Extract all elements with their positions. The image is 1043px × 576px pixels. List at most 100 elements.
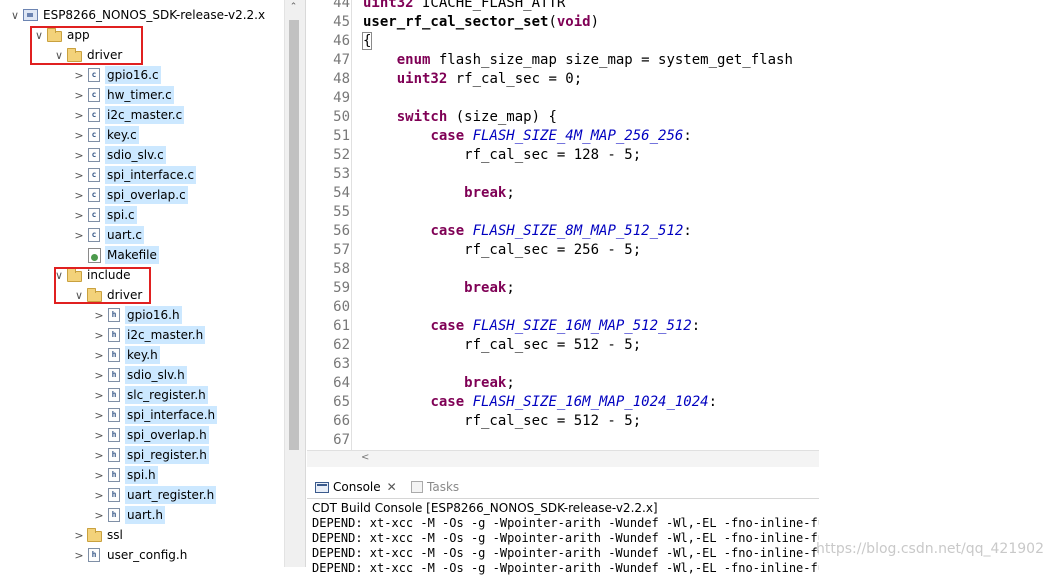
- tree-item[interactable]: > c i2c_master.c: [72, 105, 185, 125]
- h-file-icon-glyph: h: [108, 488, 120, 502]
- makefile-icon: [86, 247, 102, 263]
- tab-console-label: Console: [333, 480, 381, 494]
- code-line[interactable]: switch (size_map) {: [363, 108, 557, 127]
- c-file-icon: c: [86, 147, 102, 163]
- expand-right-icon[interactable]: >: [72, 185, 86, 205]
- code-line[interactable]: rf_cal_sec = 256 - 5;: [363, 241, 641, 260]
- code-line[interactable]: rf_cal_sec = 128 - 5;: [363, 146, 641, 165]
- expand-right-icon[interactable]: >: [92, 305, 106, 325]
- tab-console[interactable]: Console ✕: [315, 475, 397, 499]
- c-file-icon: c: [86, 227, 102, 243]
- scroll-up-icon[interactable]: ⌃: [285, 2, 302, 18]
- expand-right-icon[interactable]: >: [92, 425, 106, 445]
- scrollbar-thumb[interactable]: [289, 20, 299, 450]
- tree-item[interactable]: > c spi_interface.c: [72, 165, 197, 185]
- console-title: CDT Build Console [ESP8266_NONOS_SDK-rel…: [312, 501, 658, 515]
- h-file-icon-glyph: h: [108, 448, 120, 462]
- expand-right-icon[interactable]: >: [92, 325, 106, 345]
- expand-right-icon[interactable]: >: [72, 205, 86, 225]
- line-number: 51: [333, 128, 350, 144]
- tree-item[interactable]: > h user_config.h: [72, 545, 189, 565]
- line-number: 59: [333, 280, 350, 296]
- code-line[interactable]: rf_cal_sec = 512 - 5;: [363, 336, 641, 355]
- expand-right-icon[interactable]: >: [72, 125, 86, 145]
- tree-item[interactable]: > h spi_register.h: [92, 445, 209, 465]
- tree-item-label: spi.c: [105, 206, 137, 224]
- code-line[interactable]: uint32 ICACHE_FLASH_ATTR: [363, 0, 565, 13]
- code-line[interactable]: break;: [363, 184, 515, 203]
- expand-right-icon[interactable]: >: [92, 505, 106, 525]
- expand-right-icon[interactable]: >: [92, 345, 106, 365]
- h-file-icon-glyph: h: [108, 328, 120, 342]
- tree-item[interactable]: > h gpio16.h: [92, 305, 182, 325]
- tree-item[interactable]: ∨ ESP8266_NONOS_SDK-release-v2.2.x: [8, 5, 267, 25]
- tree-item[interactable]: > ssl: [72, 525, 125, 545]
- tree-item[interactable]: > h uart.h: [92, 505, 166, 525]
- expand-right-icon[interactable]: >: [92, 405, 106, 425]
- code-line[interactable]: break;: [363, 374, 515, 393]
- tree-item[interactable]: > c gpio16.c: [72, 65, 161, 85]
- tree-item[interactable]: > h sdio_slv.h: [92, 365, 187, 385]
- tree-item[interactable]: > h spi_interface.h: [92, 405, 218, 425]
- scroll-left-icon[interactable]: <: [361, 452, 369, 463]
- code-editor[interactable]: 44 45 46 47 48 49 50 51 52 53 54 55 56 57 58 59 60 61 62 63…: [307, 0, 819, 450]
- line-number: 53: [333, 166, 350, 182]
- expand-right-icon[interactable]: >: [92, 465, 106, 485]
- tree-item[interactable]: > c spi.c: [72, 205, 137, 225]
- h-file-icon: h: [106, 367, 122, 383]
- expand-right-icon[interactable]: >: [72, 85, 86, 105]
- tree-item[interactable]: > h slc_register.h: [92, 385, 208, 405]
- expand-right-icon[interactable]: >: [72, 105, 86, 125]
- h-file-icon: h: [106, 447, 122, 463]
- code-line[interactable]: case FLASH_SIZE_16M_MAP_1024_1024:: [363, 393, 717, 412]
- tree-item-label: gpio16.h: [125, 306, 182, 324]
- expand-right-icon[interactable]: >: [92, 445, 106, 465]
- code-line[interactable]: case FLASH_SIZE_4M_MAP_256_256:: [363, 127, 691, 146]
- explorer-scrollbar[interactable]: ⌃: [284, 0, 302, 567]
- editor-horizontal-scrollbar[interactable]: <: [307, 450, 819, 467]
- code-line[interactable]: rf_cal_sec = 512 - 5;: [363, 412, 641, 431]
- line-number: 61: [333, 318, 350, 334]
- expand-right-icon[interactable]: >: [72, 145, 86, 165]
- line-number: 49: [333, 90, 350, 106]
- h-file-icon-glyph: h: [108, 388, 120, 402]
- expand-right-icon[interactable]: >: [92, 365, 106, 385]
- code-line[interactable]: user_rf_cal_sector_set(void): [363, 13, 599, 32]
- code-line[interactable]: break;: [363, 279, 515, 298]
- code-line[interactable]: case FLASH_SIZE_16M_MAP_512_512:: [363, 317, 700, 336]
- expand-right-icon[interactable]: >: [72, 545, 86, 565]
- code-line[interactable]: uint32 rf_cal_sec = 0;: [363, 70, 582, 89]
- tree-item[interactable]: > c spi_overlap.c: [72, 185, 188, 205]
- folder-icon: [86, 527, 102, 543]
- expand-right-icon[interactable]: >: [72, 65, 86, 85]
- c-file-icon-glyph: c: [88, 188, 100, 202]
- expand-right-icon[interactable]: >: [72, 225, 86, 245]
- close-icon[interactable]: ✕: [387, 480, 397, 494]
- tree-item[interactable]: > h spi.h: [92, 465, 158, 485]
- code-line[interactable]: {: [361, 32, 373, 51]
- expand-right-icon[interactable]: >: [92, 385, 106, 405]
- tree-item-label: sdio_slv.h: [125, 366, 187, 384]
- tree-item[interactable]: > c sdio_slv.c: [72, 145, 166, 165]
- tab-tasks[interactable]: Tasks: [411, 475, 459, 499]
- expand-right-icon[interactable]: >: [72, 525, 86, 545]
- code-line[interactable]: case FLASH_SIZE_8M_MAP_512_512:: [363, 222, 691, 241]
- expand-right-icon[interactable]: >: [72, 165, 86, 185]
- h-file-icon: h: [106, 307, 122, 323]
- tree-item[interactable]: > c hw_timer.c: [72, 85, 174, 105]
- tree-item[interactable]: > c uart.c: [72, 225, 145, 245]
- code-line[interactable]: enum flash_size_map size_map = system_ge…: [363, 51, 793, 70]
- tree-item[interactable]: > h i2c_master.h: [92, 325, 206, 345]
- c-file-icon: c: [86, 167, 102, 183]
- tree-item[interactable]: > h uart_register.h: [92, 485, 217, 505]
- tree-item-label: spi_register.h: [125, 446, 209, 464]
- tree-item[interactable]: > h spi_overlap.h: [92, 425, 209, 445]
- line-number: 45: [333, 14, 350, 30]
- expand-down-icon[interactable]: ∨: [8, 5, 22, 25]
- tree-item[interactable]: > c key.c: [72, 125, 139, 145]
- pane-divider[interactable]: [302, 0, 306, 567]
- tree-item[interactable]: Makefile: [72, 245, 159, 265]
- tree-item[interactable]: > h key.h: [92, 345, 160, 365]
- line-number: 55: [333, 204, 350, 220]
- expand-right-icon[interactable]: >: [92, 485, 106, 505]
